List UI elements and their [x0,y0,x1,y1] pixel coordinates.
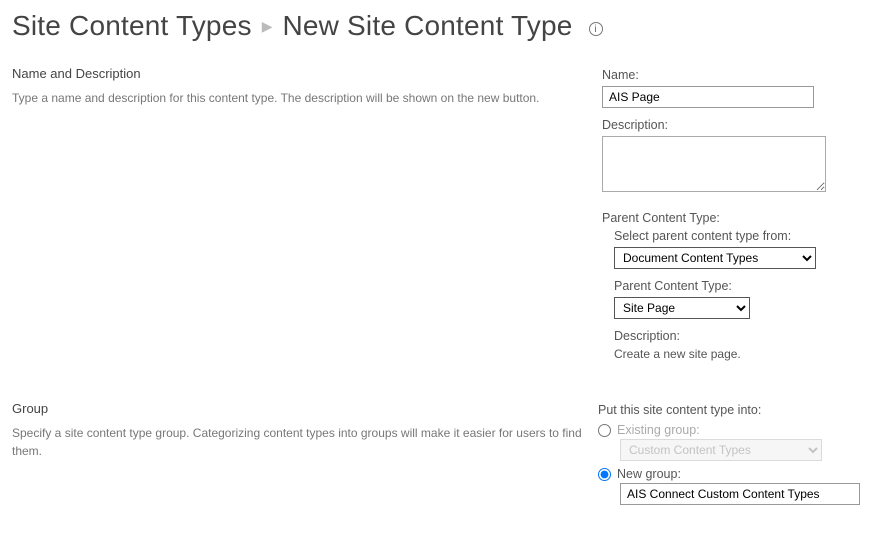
new-group-field[interactable] [620,483,860,505]
section-name-description: Name and Description Type a name and des… [12,66,860,371]
chevron-right-icon: ▶ [262,18,273,35]
existing-group-radio[interactable] [598,424,611,437]
description-field[interactable] [602,136,826,192]
section-title: Name and Description [12,66,586,81]
existing-group-label: Existing group: [617,423,700,437]
info-icon[interactable]: i [589,22,603,36]
section-desc: Specify a site content type group. Categ… [12,424,582,460]
new-group-label: New group: [617,467,681,481]
existing-group-radio-row[interactable]: Existing group: [598,423,860,437]
new-group-radio-row[interactable]: New group: [598,467,860,481]
breadcrumb: Site Content Types ▶ New Site Content Ty… [12,10,860,42]
parent-type-label: Parent Content Type: [614,279,860,293]
section-desc: Type a name and description for this con… [12,89,586,107]
parent-from-select[interactable]: Document Content Types [614,247,816,269]
parent-desc-text: Create a new site page. [614,347,860,361]
breadcrumb-root-link[interactable]: Site Content Types [12,10,252,42]
parent-type-select[interactable]: Site Page [614,297,750,319]
parent-desc-label: Description: [614,329,860,343]
group-heading: Put this site content type into: [598,403,860,417]
existing-group-select: Custom Content Types [620,439,822,461]
page-title: New Site Content Type [282,10,572,42]
description-label: Description: [602,118,860,132]
name-label: Name: [602,68,860,82]
section-group: Group Specify a site content type group.… [12,401,860,509]
parent-heading: Parent Content Type: [602,211,860,225]
new-group-radio[interactable] [598,468,611,481]
name-field[interactable] [602,86,814,108]
section-title: Group [12,401,582,416]
parent-from-label: Select parent content type from: [614,229,860,243]
